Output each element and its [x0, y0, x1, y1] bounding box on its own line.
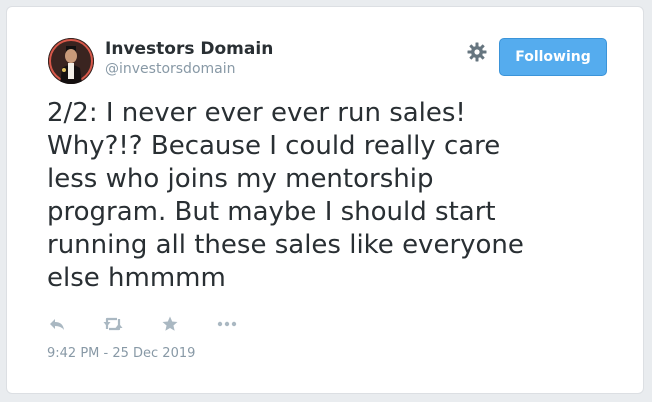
more-icon[interactable] [215, 312, 239, 336]
following-button[interactable]: Following [499, 38, 607, 76]
author-handle[interactable]: @investorsdomain [105, 61, 236, 77]
like-icon[interactable] [158, 312, 182, 336]
tweet-card: Investors Domain @investorsdomain Follow… [6, 6, 644, 394]
avatar[interactable] [48, 38, 94, 84]
author-name[interactable]: Investors Domain [105, 39, 273, 59]
tweet-timestamp[interactable]: 9:42 PM - 25 Dec 2019 [47, 346, 195, 361]
reply-icon[interactable] [45, 312, 69, 336]
retweet-icon[interactable] [101, 312, 125, 336]
tweet-actions [45, 312, 245, 336]
tweet-text: 2/2: I never ever ever run sales! Why?!?… [47, 98, 524, 293]
gear-icon[interactable] [466, 41, 488, 63]
